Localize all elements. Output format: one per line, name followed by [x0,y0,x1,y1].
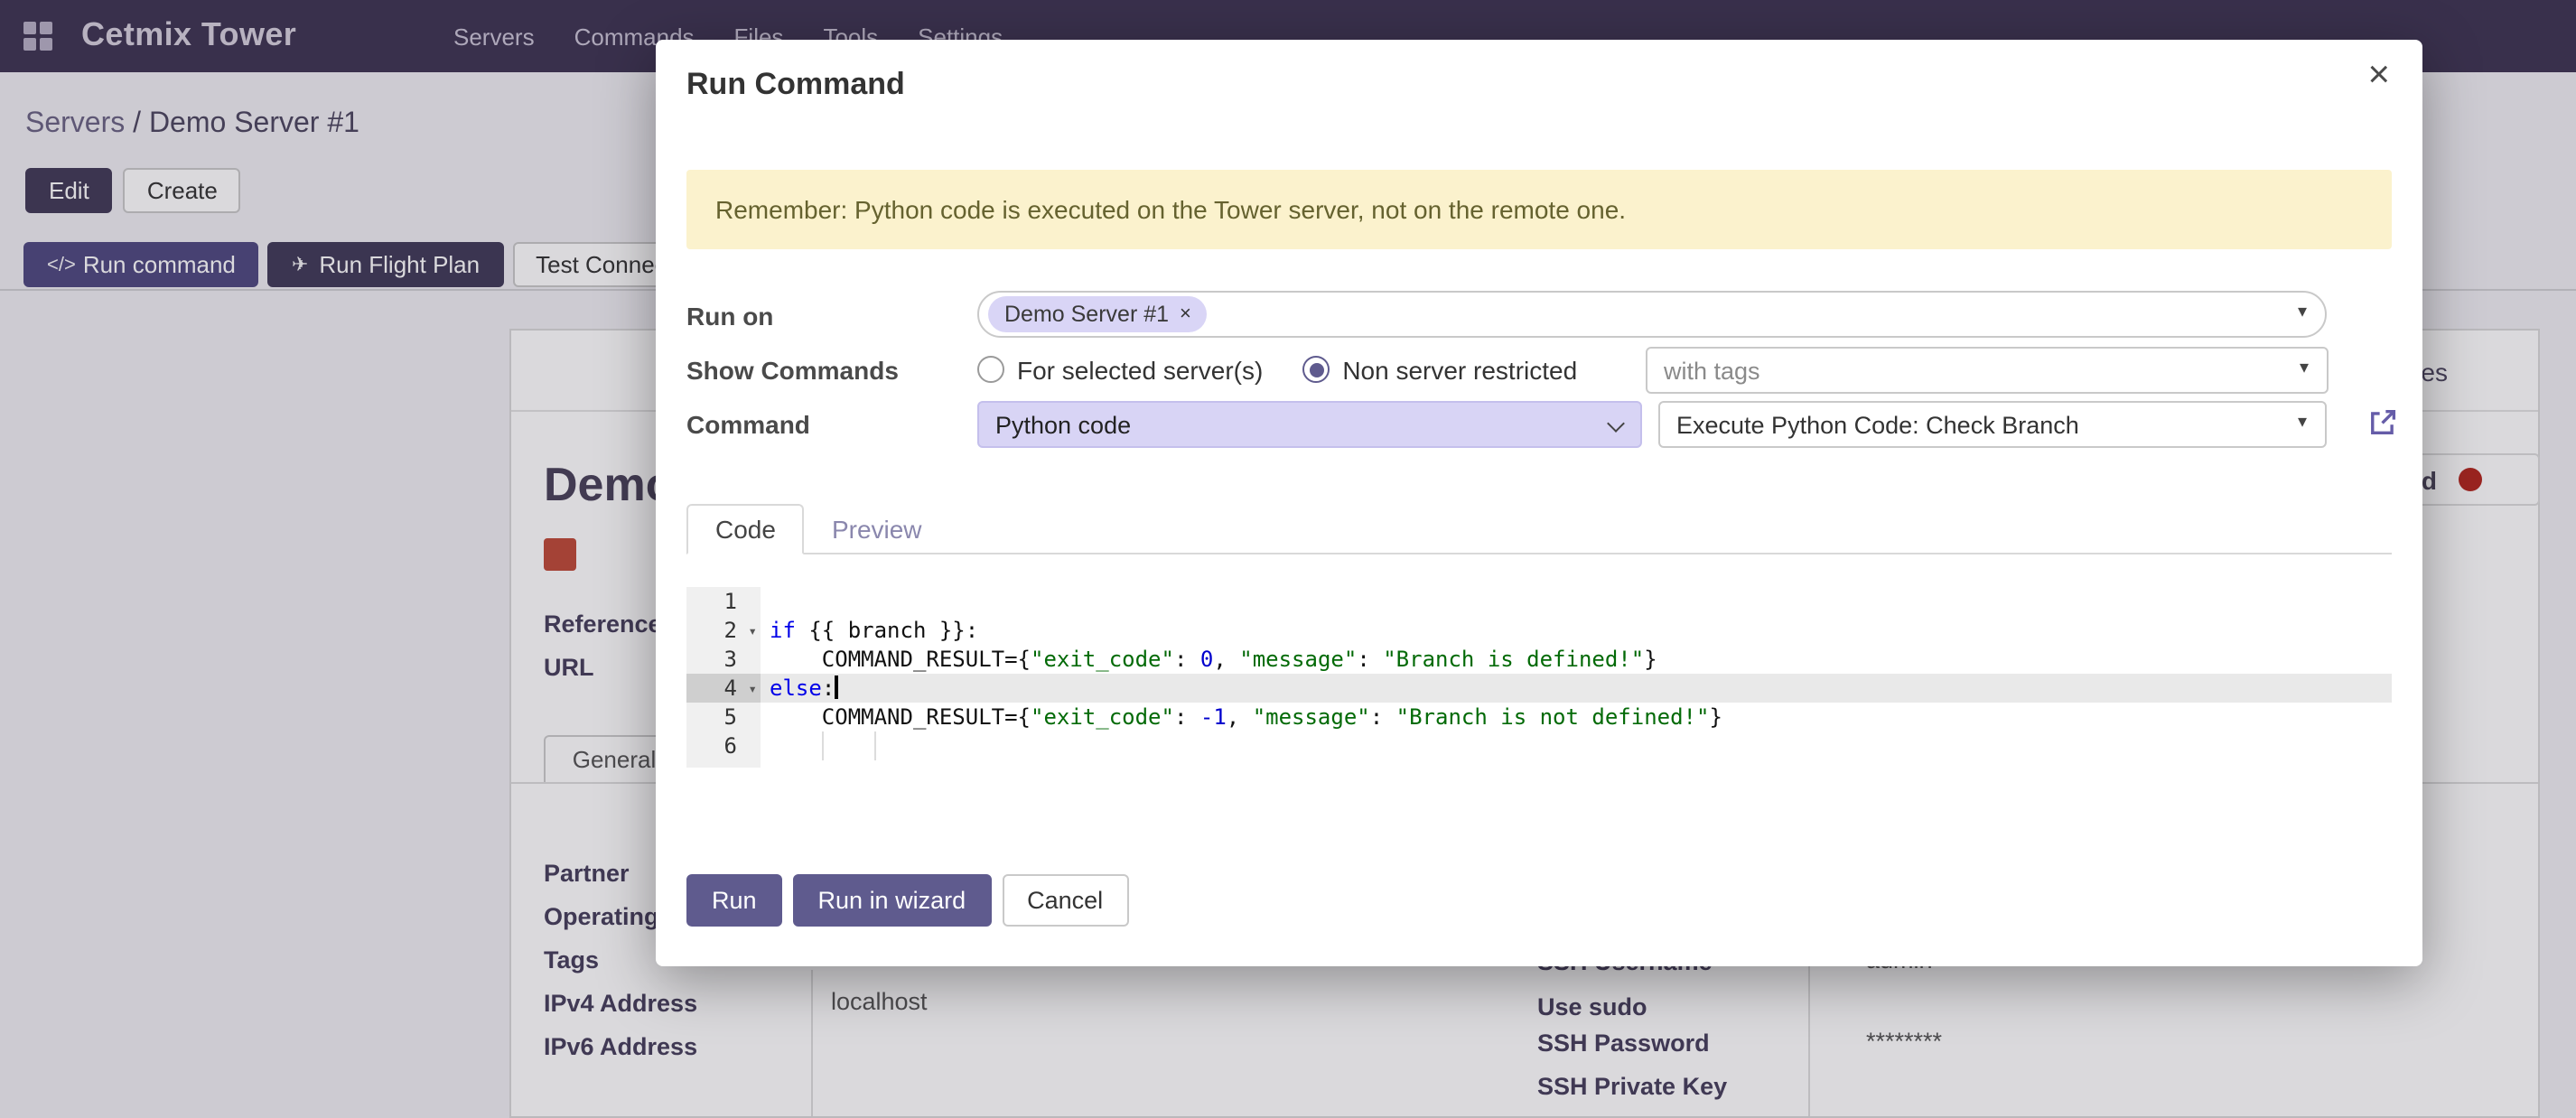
command-type-value: Python code [995,411,1131,438]
gutter-line-1[interactable]: 1 [686,587,761,616]
command-select[interactable]: Execute Python Code: Check Branch ▾ [1658,401,2327,448]
modal-footer: Run Run in wizard Cancel [686,874,1128,927]
with-tags-select[interactable]: with tags ▾ [1646,347,2329,394]
editor-code: if {{ branch }}: COMMAND_RESULT={"exit_c… [761,587,2392,768]
gutter-line-4[interactable]: 4▾ [686,674,761,703]
code-token: "message" [1239,647,1357,672]
gutter-line-2[interactable]: 2▾ [686,616,761,645]
run-on-label: Run on [686,302,773,331]
code-token: "Branch is defined!" [1383,647,1644,672]
code-line-5[interactable]: COMMAND_RESULT={"exit_code": -1, "messag… [761,703,2392,731]
modal-title: Run Command [686,67,905,101]
run-in-wizard-button[interactable]: Run in wizard [793,874,992,927]
code-token: : [1174,704,1200,730]
caret-down-icon: ▾ [2298,413,2307,433]
code-line-6[interactable] [761,731,2392,760]
gutter-line-3[interactable]: 3 [686,645,761,674]
radio-non-restricted-icon[interactable] [1302,356,1330,383]
code-token: if [770,618,796,643]
external-link-icon[interactable] [2366,406,2399,439]
radio-selected-servers-label[interactable]: For selected server(s) [1017,355,1263,384]
code-token: "exit_code" [1031,704,1174,730]
indent-guide [874,731,876,760]
modal-header: Run Command × [656,40,2422,123]
text-cursor [835,675,838,699]
code-token: : [1370,704,1396,730]
server-tag: Demo Server #1 × [988,296,1208,332]
code-line-2[interactable]: if {{ branch }}: [761,616,2392,645]
warning-alert-text: Remember: Python code is executed on the… [715,195,1626,224]
code-token: COMMAND_RESULT={ [770,647,1031,672]
tab-preview[interactable]: Preview [805,504,949,554]
run-button[interactable]: Run [686,874,782,927]
code-token: {{ branch }}: [796,618,978,643]
code-token: 0 [1200,647,1213,672]
radio-selected-servers-icon[interactable] [977,356,1004,383]
warning-alert: Remember: Python code is executed on the… [686,170,2392,249]
code-token: COMMAND_RESULT={ [770,704,1031,730]
code-editor[interactable]: 12▾34▾56 if {{ branch }}: COMMAND_RESULT… [686,587,2392,768]
server-tag-label: Demo Server #1 [1004,302,1169,327]
code-token: "exit_code" [1031,647,1174,672]
cancel-button[interactable]: Cancel [1002,874,1128,927]
code-line-4[interactable]: else: [761,674,2392,703]
close-icon[interactable]: × [2367,56,2390,94]
code-line-3[interactable]: COMMAND_RESULT={"exit_code": 0, "message… [761,645,2392,674]
fold-icon[interactable]: ▾ [748,675,757,704]
radio-non-restricted-label[interactable]: Non server restricted [1342,355,1577,384]
code-token: : [1174,647,1200,672]
code-token: } [1709,704,1722,730]
caret-down-icon[interactable]: ▾ [2298,303,2307,322]
chevron-down-icon [1607,415,1625,433]
editor-tabs: Code Preview [686,504,2392,554]
gutter-line-6[interactable]: 6 [686,731,761,760]
command-label: Command [686,410,810,439]
code-token: "Branch is not defined!" [1396,704,1710,730]
indent-guide [822,731,824,760]
run-command-modal: Run Command × Remember: Python code is e… [656,40,2422,966]
application: Cetmix Tower Servers Commands Files Tool… [0,0,2576,1118]
with-tags-placeholder: with tags [1664,357,1760,384]
show-commands-label: Show Commands [686,356,899,385]
run-on-field[interactable]: Demo Server #1 × ▾ [977,291,2327,338]
command-value: Execute Python Code: Check Branch [1676,411,2079,438]
code-token: } [1644,647,1657,672]
code-token: : [822,675,835,701]
caret-down-icon: ▾ [2300,359,2309,378]
tab-code[interactable]: Code [686,504,805,554]
code-token: : [1357,647,1383,672]
gutter-line-5[interactable]: 5 [686,703,761,731]
editor-gutter: 12▾34▾56 [686,587,761,768]
code-token: -1 [1200,704,1227,730]
fold-icon[interactable]: ▾ [748,618,757,647]
command-type-select[interactable]: Python code [977,401,1642,448]
code-token: , [1213,647,1239,672]
show-commands-radio-group: For selected server(s) Non server restri… [977,345,1617,394]
code-token: else [770,675,822,701]
code-line-1[interactable] [761,587,2392,616]
code-token: "message" [1253,704,1370,730]
tag-remove-icon[interactable]: × [1180,303,1191,325]
code-token: , [1227,704,1253,730]
